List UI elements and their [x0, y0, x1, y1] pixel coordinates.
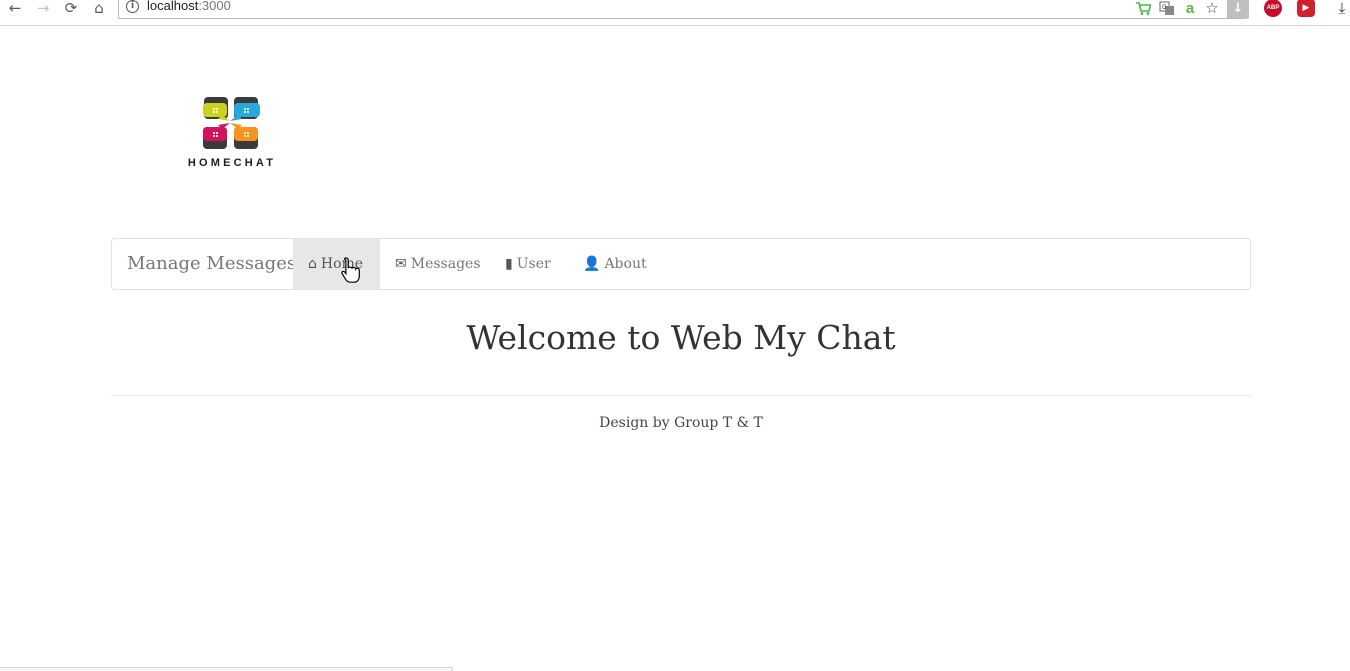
- footer-credit: Design by Group T & T: [599, 415, 763, 431]
- nav-item-label: About: [604, 256, 647, 272]
- amazon-extension-icon[interactable]: a: [1182, 0, 1198, 17]
- nav-item-home[interactable]: ⌂ Home: [293, 239, 380, 289]
- homechat-logo: HOMECHAT: [178, 95, 286, 175]
- nav-item-label: Home: [320, 256, 364, 272]
- download-icon[interactable]: ⤓: [1334, 0, 1350, 17]
- logo-wordmark: HOMECHAT: [187, 157, 277, 169]
- url-port: :3000: [198, 0, 231, 13]
- logo-mark: [203, 97, 260, 149]
- nav-item-about[interactable]: 👤 About: [568, 239, 662, 289]
- divider: [111, 395, 1251, 396]
- envelope-icon: ✉: [395, 256, 407, 272]
- home-icon: ⌂: [308, 256, 317, 272]
- nav-item-label: Messages: [410, 256, 481, 272]
- address-bar[interactable]: i localhost:3000: [118, 0, 1248, 19]
- adblock-icon[interactable]: ABP: [1264, 0, 1282, 17]
- nav-item-messages[interactable]: ✉ Messages: [380, 239, 496, 289]
- back-icon[interactable]: ←: [6, 0, 24, 17]
- forward-icon[interactable]: →: [34, 0, 52, 17]
- home-icon[interactable]: ⌂: [90, 0, 108, 17]
- navbar-brand[interactable]: Manage Messages: [127, 239, 296, 289]
- user-icon: 👤: [583, 256, 601, 272]
- url-host: localhost: [147, 0, 199, 13]
- nav-item-user[interactable]: ▮ User: [490, 239, 566, 289]
- browser-toolbar: ← → ⟳ ⌂ i localhost:3000 G a ☆ ↓ ABP ▶ ⤓: [0, 0, 1350, 26]
- info-icon[interactable]: i: [126, 0, 139, 13]
- download-arrow-icon[interactable]: ↓: [1227, 0, 1249, 18]
- book-icon: ▮: [505, 256, 513, 272]
- nav-item-label: User: [516, 256, 551, 272]
- url-text[interactable]: localhost:3000: [147, 0, 231, 13]
- cart-extension-icon[interactable]: [1134, 0, 1152, 16]
- translate-extension-icon[interactable]: G: [1158, 0, 1176, 16]
- navbar: Manage Messages ⌂ Home ✉ Messages ▮ User…: [111, 238, 1251, 290]
- reload-icon[interactable]: ⟳: [62, 0, 80, 17]
- status-bar: [0, 667, 453, 671]
- page-title: Welcome to Web My Chat: [466, 318, 896, 357]
- svg-text:G: G: [1162, 5, 1167, 11]
- star-icon[interactable]: ☆: [1203, 0, 1221, 17]
- media-extension-icon[interactable]: ▶: [1297, 0, 1315, 17]
